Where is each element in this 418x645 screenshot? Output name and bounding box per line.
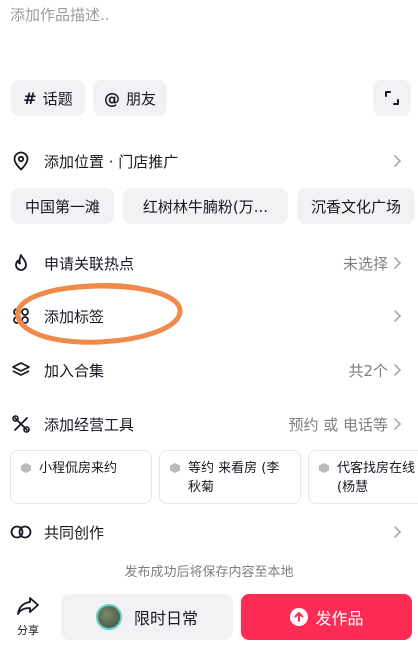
co-create-label: 共同创作 <box>44 523 105 542</box>
upload-arrow-icon <box>290 608 309 626</box>
location-suggestion[interactable]: 中国第一滩 <box>11 188 114 224</box>
chevron-right-icon <box>394 418 402 430</box>
tool-card[interactable]: 代客找房在线 (杨慧 <box>308 450 418 504</box>
expand-icon <box>385 91 399 105</box>
flame-icon <box>10 252 32 274</box>
hot-topic-value: 未选择 <box>342 254 388 273</box>
business-tools-value: 预约 或 电话等 <box>288 415 388 434</box>
save-note: 发布成功后将保存内容至本地 <box>124 565 294 580</box>
description-input[interactable]: 添加作品描述.. <box>10 4 110 25</box>
tool-card-line2: 秋菊 <box>188 480 215 495</box>
business-tools-row[interactable]: 添加经营工具 预约 或 电话等 <box>0 404 418 444</box>
tool-card-line1: 小程侃房来约 <box>39 461 118 476</box>
tool-card[interactable]: 小程侃房来约 <box>10 450 152 504</box>
hashtag-icon: # <box>23 88 37 108</box>
publish-label: 发作品 <box>315 609 364 628</box>
topic-label: 话题 <box>42 89 73 108</box>
share-button[interactable]: 分享 <box>8 596 48 640</box>
location-suggestion[interactable]: 沉香文化广场 <box>297 188 415 224</box>
business-tools-label: 添加经营工具 <box>44 415 135 434</box>
annotation-circle <box>15 283 183 345</box>
cube-icon <box>21 463 31 473</box>
collection-row[interactable]: 加入合集 共2个 <box>0 350 418 390</box>
topic-button[interactable]: # 话题 <box>11 80 85 116</box>
chevron-right-icon <box>394 364 402 376</box>
location-pin-icon <box>10 150 32 172</box>
friend-button[interactable]: @ 朋友 <box>93 80 167 116</box>
tools-icon <box>10 413 32 435</box>
at-icon: @ <box>103 88 120 108</box>
chevron-right-icon <box>394 526 402 538</box>
cube-icon <box>170 463 180 473</box>
hot-topic-label: 申请关联热点 <box>44 254 135 273</box>
location-row[interactable]: 添加位置 · 门店推广 <box>0 141 418 181</box>
tool-card-line2: (杨慧 <box>337 480 369 495</box>
co-create-icon <box>10 521 32 543</box>
collection-label: 加入合集 <box>44 361 105 380</box>
tool-card-line1: 等约 来看房 (李 <box>188 461 280 476</box>
share-arrow-icon <box>17 597 39 615</box>
chevron-right-icon <box>394 155 402 167</box>
tool-card[interactable]: 等约 来看房 (李 秋菊 <box>159 450 301 504</box>
layers-icon <box>10 359 32 381</box>
location-label: 添加位置 · 门店推广 <box>44 152 179 171</box>
tool-card-line1: 代客找房在线 <box>337 461 416 476</box>
limited-daily-label: 限时日常 <box>133 609 198 628</box>
expand-button[interactable] <box>373 80 411 116</box>
collection-count: 共2个 <box>348 361 388 380</box>
chevron-right-icon <box>394 310 402 322</box>
daily-avatar <box>95 604 122 630</box>
cube-icon <box>319 463 329 473</box>
chevron-right-icon <box>394 257 402 269</box>
friend-label: 朋友 <box>125 89 156 108</box>
hot-topic-row[interactable]: 申请关联热点 未选择 <box>0 243 418 283</box>
co-create-row[interactable]: 共同创作 <box>0 512 418 552</box>
limited-daily-button[interactable]: 限时日常 <box>61 594 233 640</box>
location-suggestion[interactable]: 红树林牛腩粉(万... <box>123 188 288 224</box>
share-label: 分享 <box>17 624 39 637</box>
publish-button[interactable]: 发作品 <box>241 594 412 640</box>
